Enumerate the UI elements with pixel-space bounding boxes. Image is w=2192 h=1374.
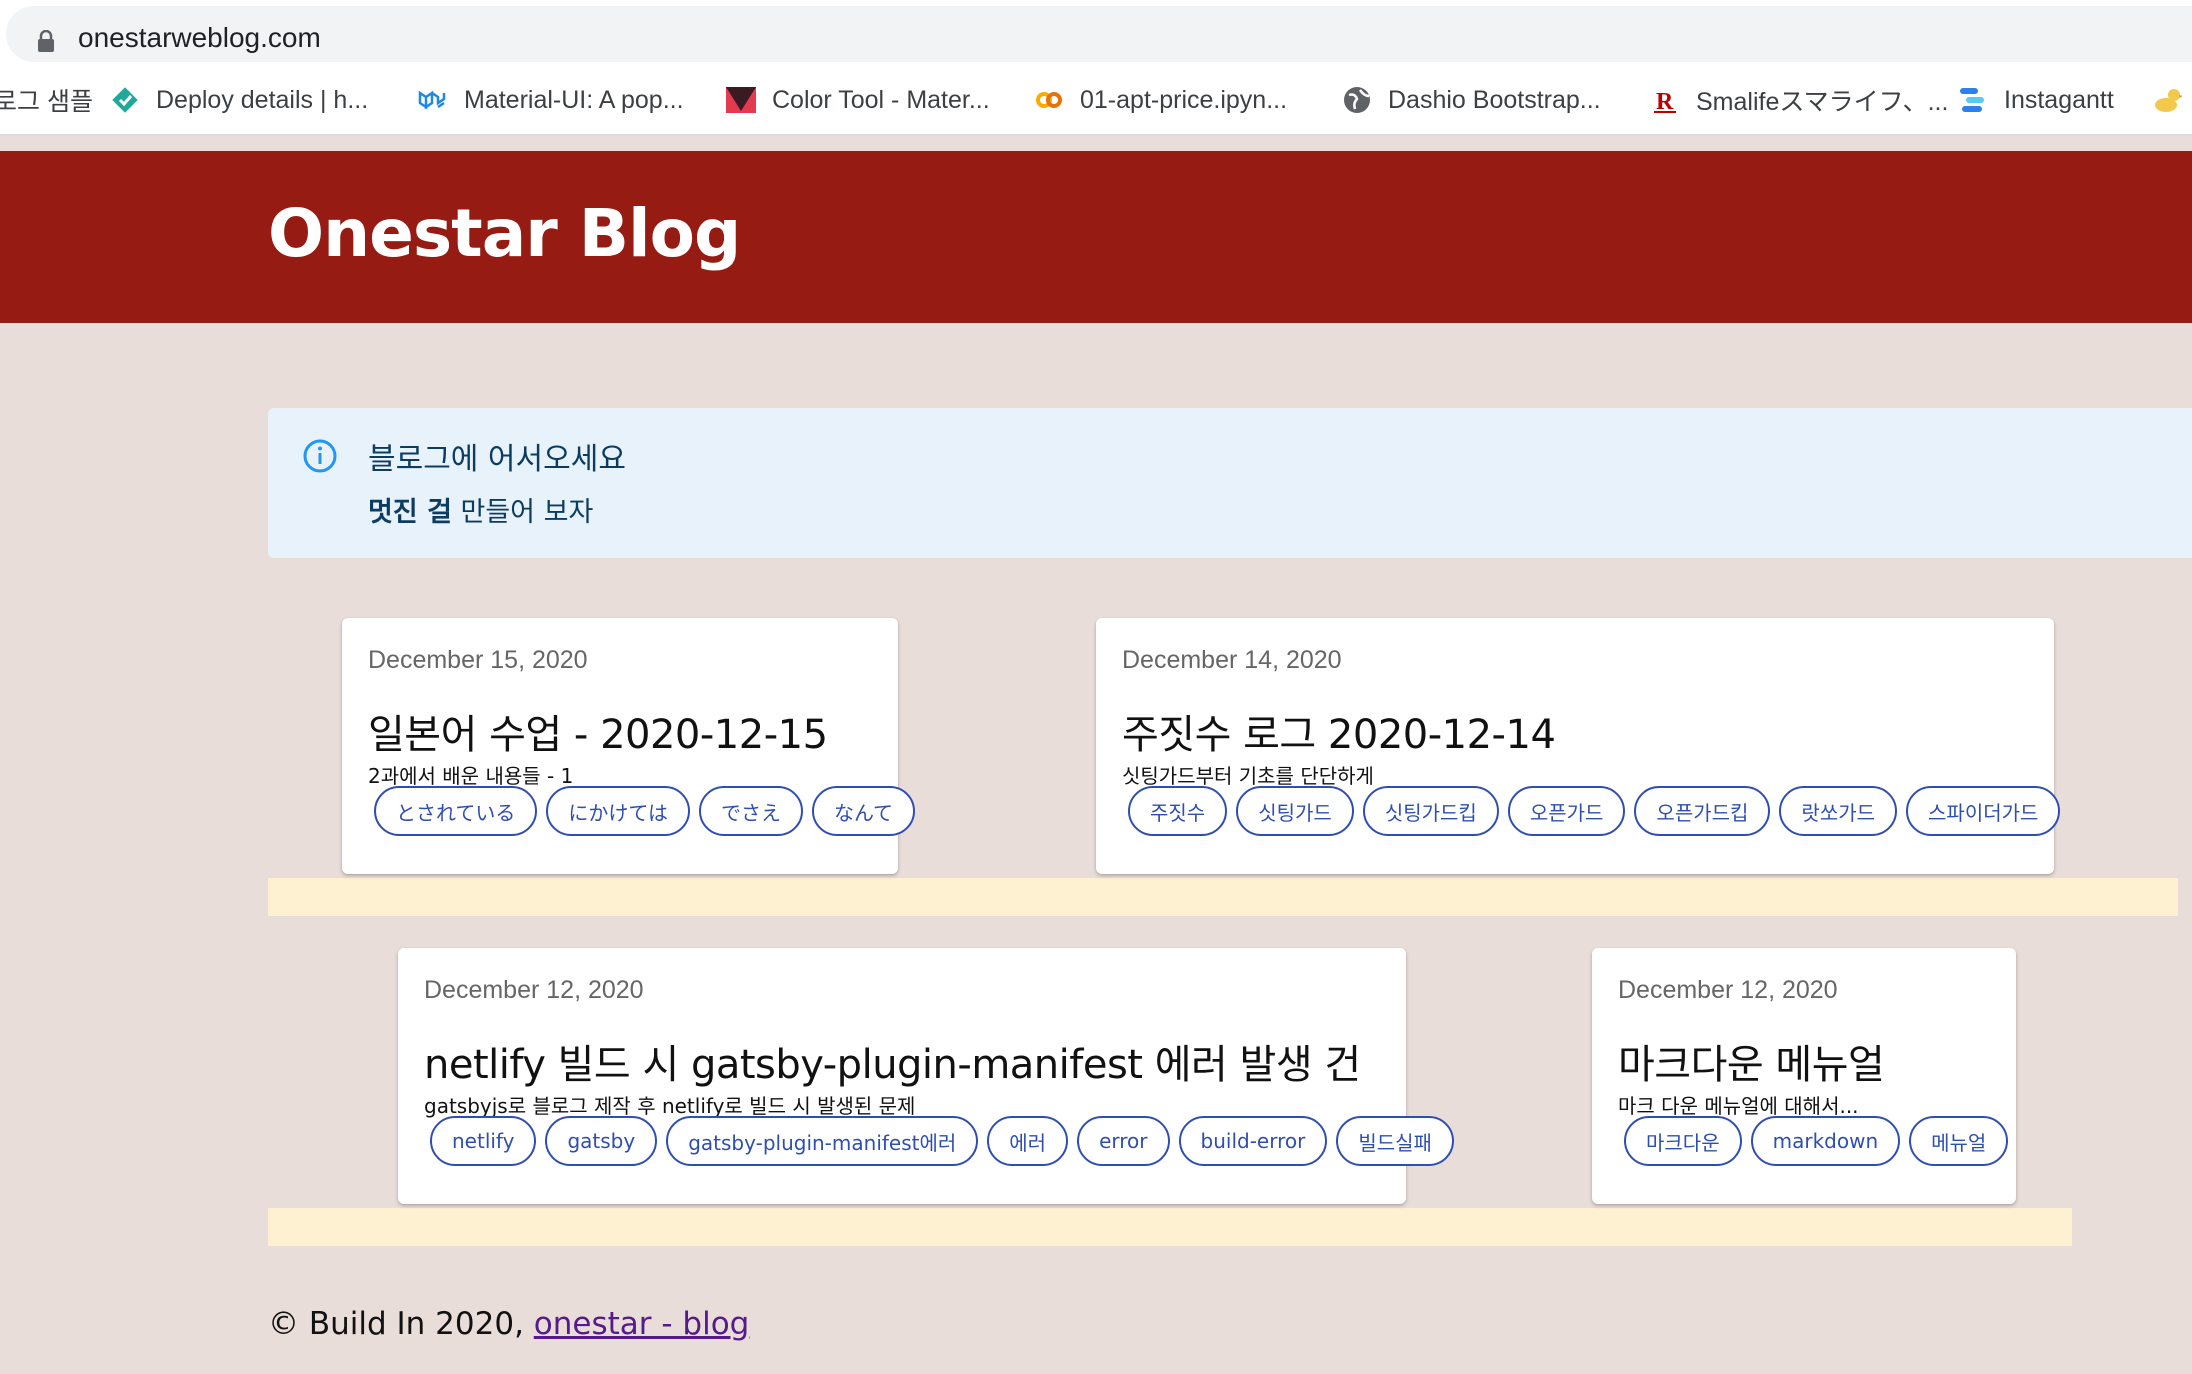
tag-list: 주짓수 싯팅가드 싯팅가드킵 오픈가드 오픈가드킵 랏쏘가드 스파이더가드 <box>1128 786 2061 836</box>
alert-body: 멋진 걸 만들어 보자 <box>368 490 593 529</box>
duck-icon <box>2152 85 2182 115</box>
post-card[interactable]: December 15, 2020 일본어 수업 - 2020-12-15 2과… <box>342 618 916 874</box>
bookmark-item[interactable]: 로그 샘플 <box>0 80 93 120</box>
footer-text: © Build In 2020, <box>268 1306 534 1342</box>
tag-chip[interactable]: 주짓수 <box>1128 786 1228 836</box>
globe-icon <box>1342 85 1372 115</box>
tag-chip[interactable]: netlify <box>430 1116 537 1166</box>
bookmarks-bar: 로그 샘플 Deploy details | h... Material-UI:… <box>0 66 2192 136</box>
bookmark-label: Instagantt <box>2004 85 2114 114</box>
tag-chip[interactable]: 스파이더가드 <box>1906 786 2061 836</box>
tag-chip[interactable]: 랏쏘가드 <box>1779 786 1898 836</box>
browser-address-bar: onestarweblog.com <box>0 0 2192 66</box>
tag-chip[interactable]: 오픈가드킵 <box>1634 786 1771 836</box>
bookmark-label: Material-UI: A pop... <box>464 85 684 114</box>
post-title[interactable]: 일본어 수업 - 2020-12-15 <box>368 702 828 760</box>
tag-chip[interactable]: にかけては <box>546 786 691 836</box>
tag-chip[interactable]: markdown <box>1750 1116 1901 1166</box>
bookmark-item[interactable]: Deploy details | h... <box>110 80 368 120</box>
bookmark-item[interactable]: Dashio Bootstrap... <box>1342 80 1601 120</box>
row-divider <box>268 878 2178 916</box>
bookmark-label: Smalifeスマライフ、... <box>1696 88 1949 116</box>
row-divider <box>268 1208 2072 1246</box>
rakuten-icon: R <box>1650 85 1680 115</box>
post-card[interactable]: December 14, 2020 주짓수 로그 2020-12-14 싯팅가드… <box>1096 618 2061 874</box>
tag-list: とされている にかけては でさえ なんて <box>374 786 916 836</box>
lock-icon[interactable] <box>36 30 56 52</box>
bookmark-label: Deploy details | h... <box>156 85 369 114</box>
tag-list: 마크다운 markdown 메뉴얼 <box>1624 1116 2009 1166</box>
bookmark-label: 로그 샘플 <box>0 88 93 116</box>
site-title[interactable]: Onestar Blog <box>268 195 741 272</box>
bookmark-item[interactable]: 01-apt-price.ipyn... <box>1034 80 1287 120</box>
tag-chip[interactable]: でさえ <box>699 786 804 836</box>
tag-chip[interactable]: gatsby <box>545 1116 658 1166</box>
post-title[interactable]: netlify 빌드 시 gatsby-plugin-manifest 에러 발… <box>424 1032 1361 1090</box>
tag-chip[interactable]: とされている <box>374 786 538 836</box>
post-description: 마크 다운 메뉴얼에 대해서... <box>1618 1094 1859 1118</box>
footer-blog-link[interactable]: onestar - blog <box>534 1306 750 1342</box>
tag-chip[interactable]: なんて <box>812 786 916 836</box>
tag-chip[interactable]: 빌드실패 <box>1336 1116 1454 1166</box>
tag-chip[interactable]: 마크다운 <box>1624 1116 1742 1166</box>
alert-body-text: 만들어 보자 <box>451 497 594 528</box>
post-description: gatsbyjs로 블로그 제작 후 netlify로 빌드 시 발생된 문제 <box>424 1094 916 1118</box>
tag-chip[interactable]: build-error <box>1178 1116 1328 1166</box>
netlify-diamond-icon <box>110 85 140 115</box>
post-date: December 14, 2020 <box>1122 646 1342 674</box>
post-date: December 12, 2020 <box>424 976 644 1004</box>
bookmark-item[interactable]: Instagantt <box>1958 80 2114 120</box>
bookmark-label: 01-apt-price.ipyn... <box>1080 85 1288 114</box>
post-description: 2과에서 배운 내용들 - 1 <box>368 764 574 788</box>
bookmark-item[interactable]: Color Tool - Mater... <box>726 80 990 120</box>
tag-chip[interactable]: 메뉴얼 <box>1909 1116 2009 1166</box>
instagantt-icon <box>1958 85 1988 115</box>
colab-icon <box>1034 85 1064 115</box>
post-card[interactable]: December 12, 2020 마크다운 메뉴얼 마크 다운 메뉴얼에 대해… <box>1592 948 2016 1204</box>
info-icon <box>303 439 337 473</box>
tag-chip[interactable]: error <box>1077 1116 1170 1166</box>
bookmark-item[interactable]: R Smalifeスマライフ、... <box>1650 80 1948 120</box>
post-description: 싯팅가드부터 기초를 단단하게 <box>1122 764 1374 788</box>
tag-chip[interactable]: 오픈가드 <box>1507 786 1626 836</box>
welcome-alert: 블로그에 어서오세요 멋진 걸 만들어 보자 <box>268 408 2192 558</box>
alert-title: 블로그에 어서오세요 <box>368 442 626 477</box>
tag-list: netlify gatsby gatsby-plugin-manifest에러 … <box>430 1116 1454 1166</box>
omnibox[interactable]: onestarweblog.com <box>6 6 2192 62</box>
site-footer: © Build In 2020, onestar - blog <box>268 1306 749 1342</box>
tag-chip[interactable]: gatsby-plugin-manifest에러 <box>666 1116 979 1166</box>
color-tool-icon <box>726 85 756 115</box>
tag-chip[interactable]: 싯팅가드 <box>1236 786 1354 836</box>
tag-chip[interactable]: 에러 <box>987 1116 1069 1166</box>
bookmark-label: Dashio Bootstrap... <box>1388 85 1601 114</box>
bookmark-item[interactable]: Material-UI: A pop... <box>418 80 684 120</box>
bookmark-label: Color Tool - Mater... <box>772 85 990 114</box>
alert-body-bold: 멋진 걸 <box>368 497 452 528</box>
material-ui-icon <box>418 85 448 115</box>
bookmark-item[interactable] <box>2152 80 2192 120</box>
post-title[interactable]: 주짓수 로그 2020-12-14 <box>1122 702 1556 760</box>
post-title[interactable]: 마크다운 메뉴얼 <box>1618 1032 1885 1090</box>
post-date: December 15, 2020 <box>368 646 588 674</box>
post-card[interactable]: December 12, 2020 netlify 빌드 시 gatsby-pl… <box>398 948 1454 1204</box>
tag-chip[interactable]: 싯팅가드킵 <box>1362 786 1499 836</box>
url-text[interactable]: onestarweblog.com <box>78 22 321 54</box>
site-header: Onestar Blog <box>0 151 2192 323</box>
post-date: December 12, 2020 <box>1618 976 1838 1004</box>
